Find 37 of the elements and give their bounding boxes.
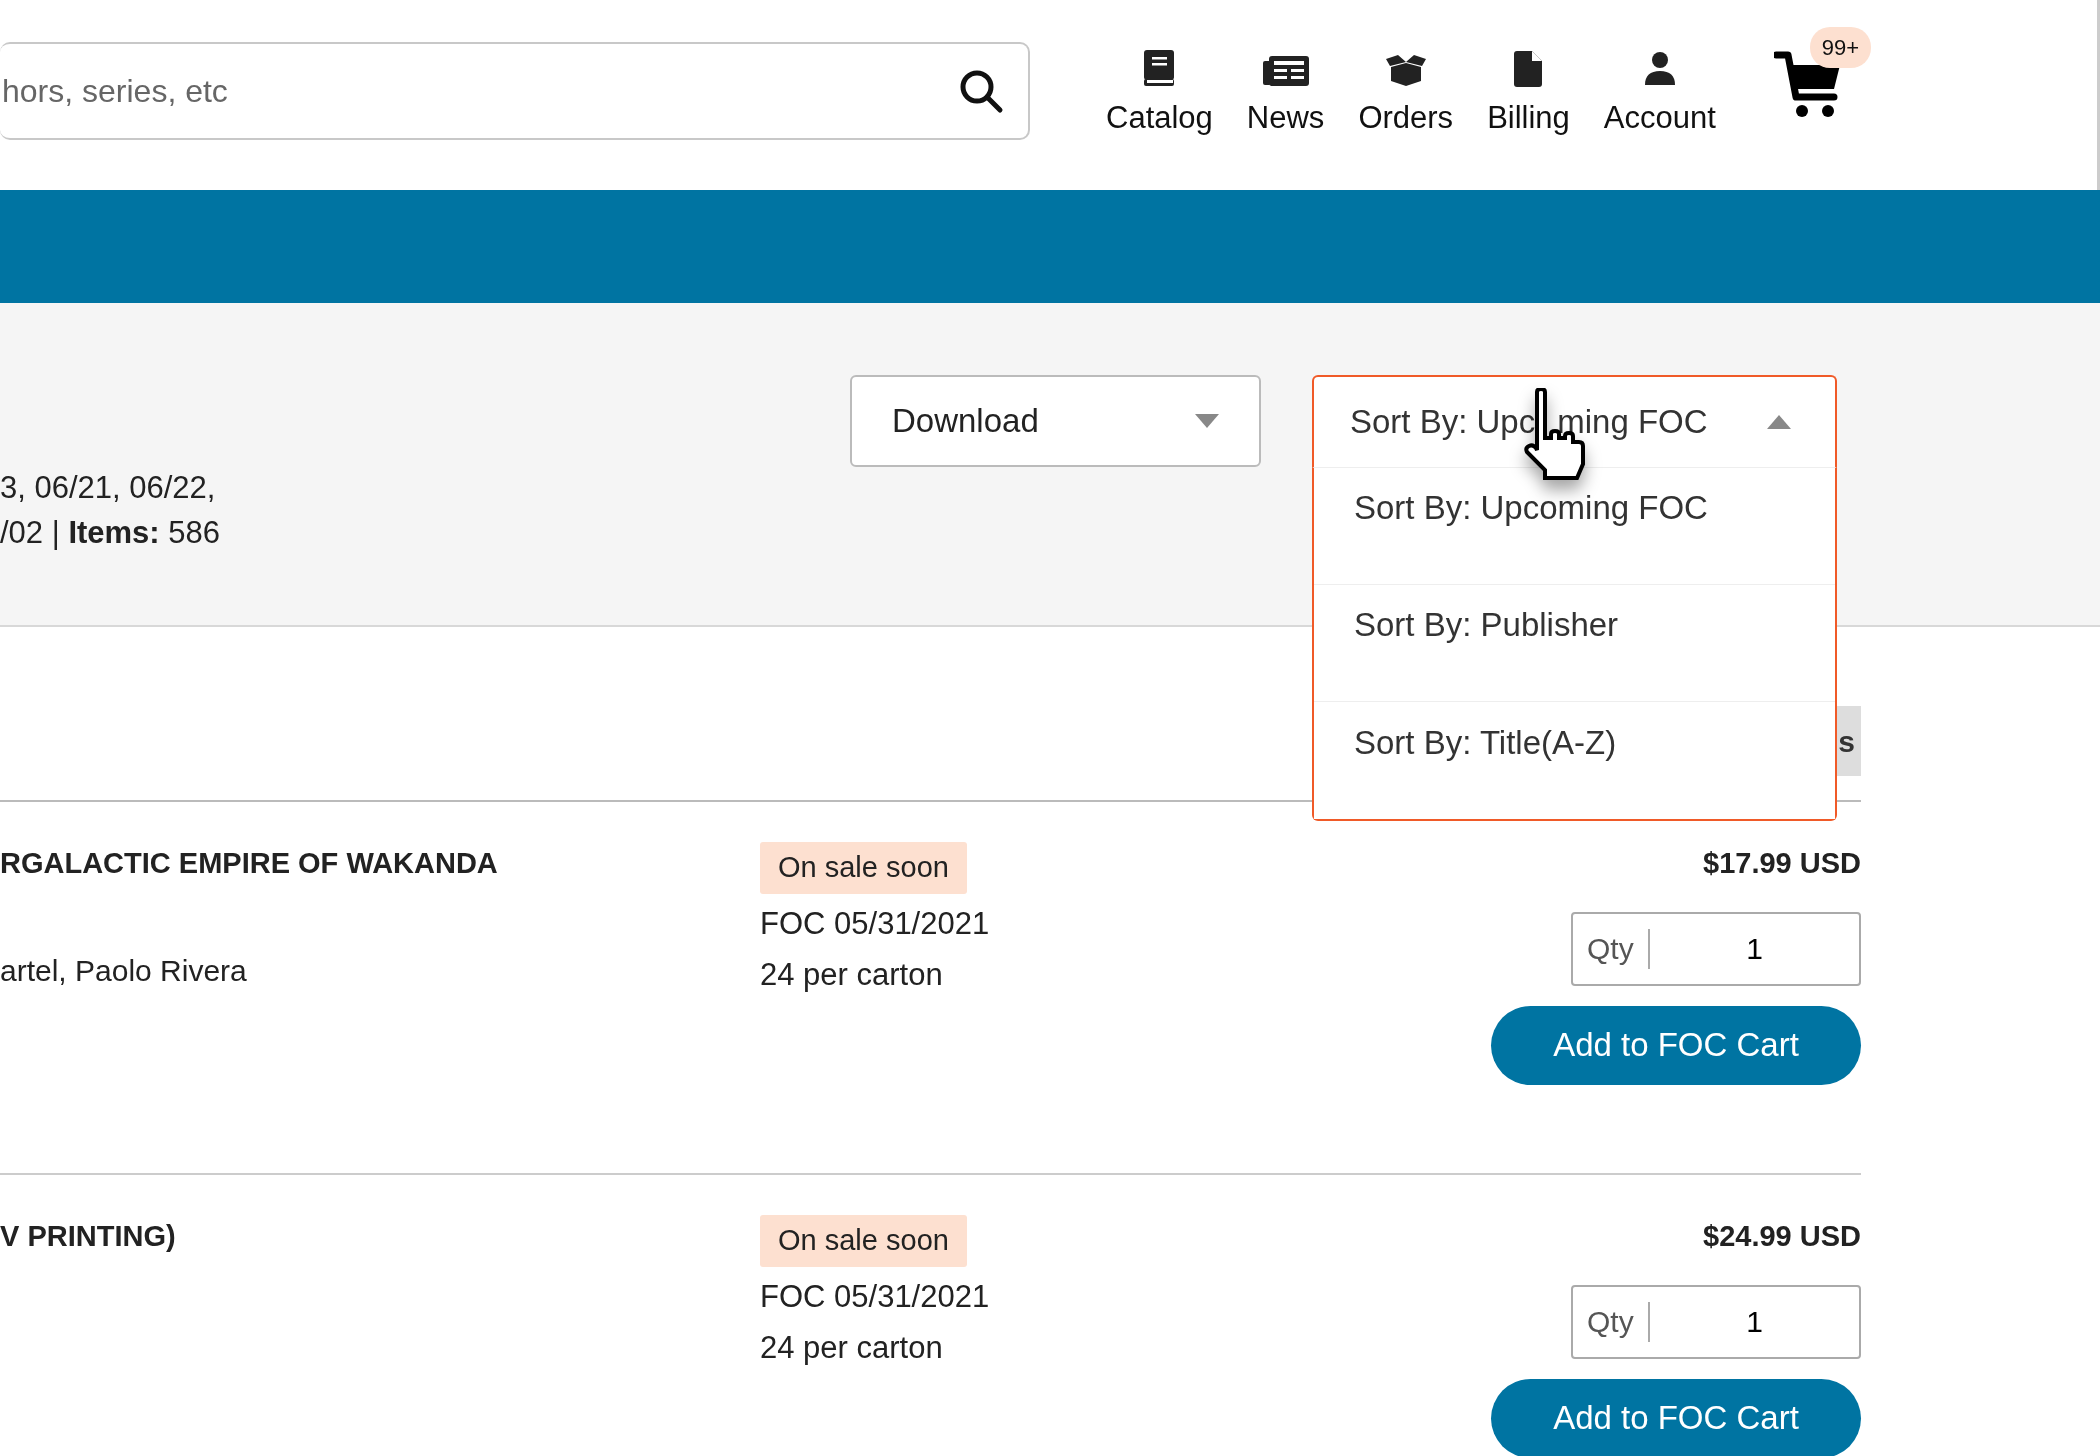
nav-link[interactable]: Orders bbox=[1358, 52, 1454, 142]
quantity-field[interactable]: Qty 1 bbox=[1571, 1284, 1861, 1359]
creators-text: artel, Paolo Rivera bbox=[0, 952, 248, 989]
person-icon bbox=[1643, 50, 1676, 87]
caret-icon bbox=[1767, 415, 1791, 429]
carton-text: 24 per carton bbox=[760, 1328, 944, 1367]
price-text: $24.99 USD bbox=[1703, 1219, 1861, 1254]
nav-link[interactable]: Catalog bbox=[1106, 48, 1213, 142]
foc-date: FOC 05/31/2021 bbox=[760, 904, 991, 943]
price-text: $17.99 USD bbox=[1703, 846, 1861, 881]
book-icon bbox=[1142, 48, 1177, 87]
box-icon bbox=[1383, 52, 1428, 87]
nav-link[interactable]: News bbox=[1246, 54, 1325, 142]
foc-date: FOC 05/31/2021 bbox=[760, 1277, 991, 1316]
download-dropdown[interactable]: Download bbox=[850, 375, 1261, 467]
sort-label: ming FOC bbox=[1557, 403, 1708, 441]
add-to-cart-button[interactable]: Add to FOC Cart bbox=[1491, 1378, 1861, 1456]
file-icon bbox=[1514, 50, 1543, 87]
quantity-input[interactable]: 1 bbox=[1679, 925, 1830, 972]
add-to-cart-button[interactable]: Add to FOC Cart bbox=[1491, 1005, 1861, 1085]
summary-text: /02 | Items: 586 bbox=[0, 514, 222, 552]
summary-text: 3, 06/21, 06/22, bbox=[0, 469, 217, 507]
status-badge: On sale soon bbox=[760, 842, 967, 894]
sort-label: Sort By: Upc bbox=[1350, 403, 1536, 441]
newspaper-icon bbox=[1262, 54, 1309, 87]
cart-count-badge: 99+ bbox=[1809, 27, 1872, 68]
search-icon[interactable] bbox=[958, 68, 1004, 114]
search-input[interactable]: hors, series, etc bbox=[0, 66, 958, 116]
product-title[interactable]: RGALACTIC EMPIRE OF WAKANDA bbox=[0, 842, 760, 886]
nav-link[interactable]: Billing bbox=[1487, 50, 1570, 142]
caret-icon bbox=[1195, 414, 1219, 428]
nav-link[interactable]: Account bbox=[1603, 50, 1716, 142]
quantity-field[interactable]: Qty 1 bbox=[1571, 911, 1861, 986]
quantity-input[interactable]: 1 bbox=[1679, 1298, 1830, 1345]
status-badge: On sale soon bbox=[760, 1215, 967, 1267]
carton-text: 24 per carton bbox=[760, 955, 944, 994]
product-title[interactable]: V PRINTING) bbox=[0, 1215, 760, 1259]
